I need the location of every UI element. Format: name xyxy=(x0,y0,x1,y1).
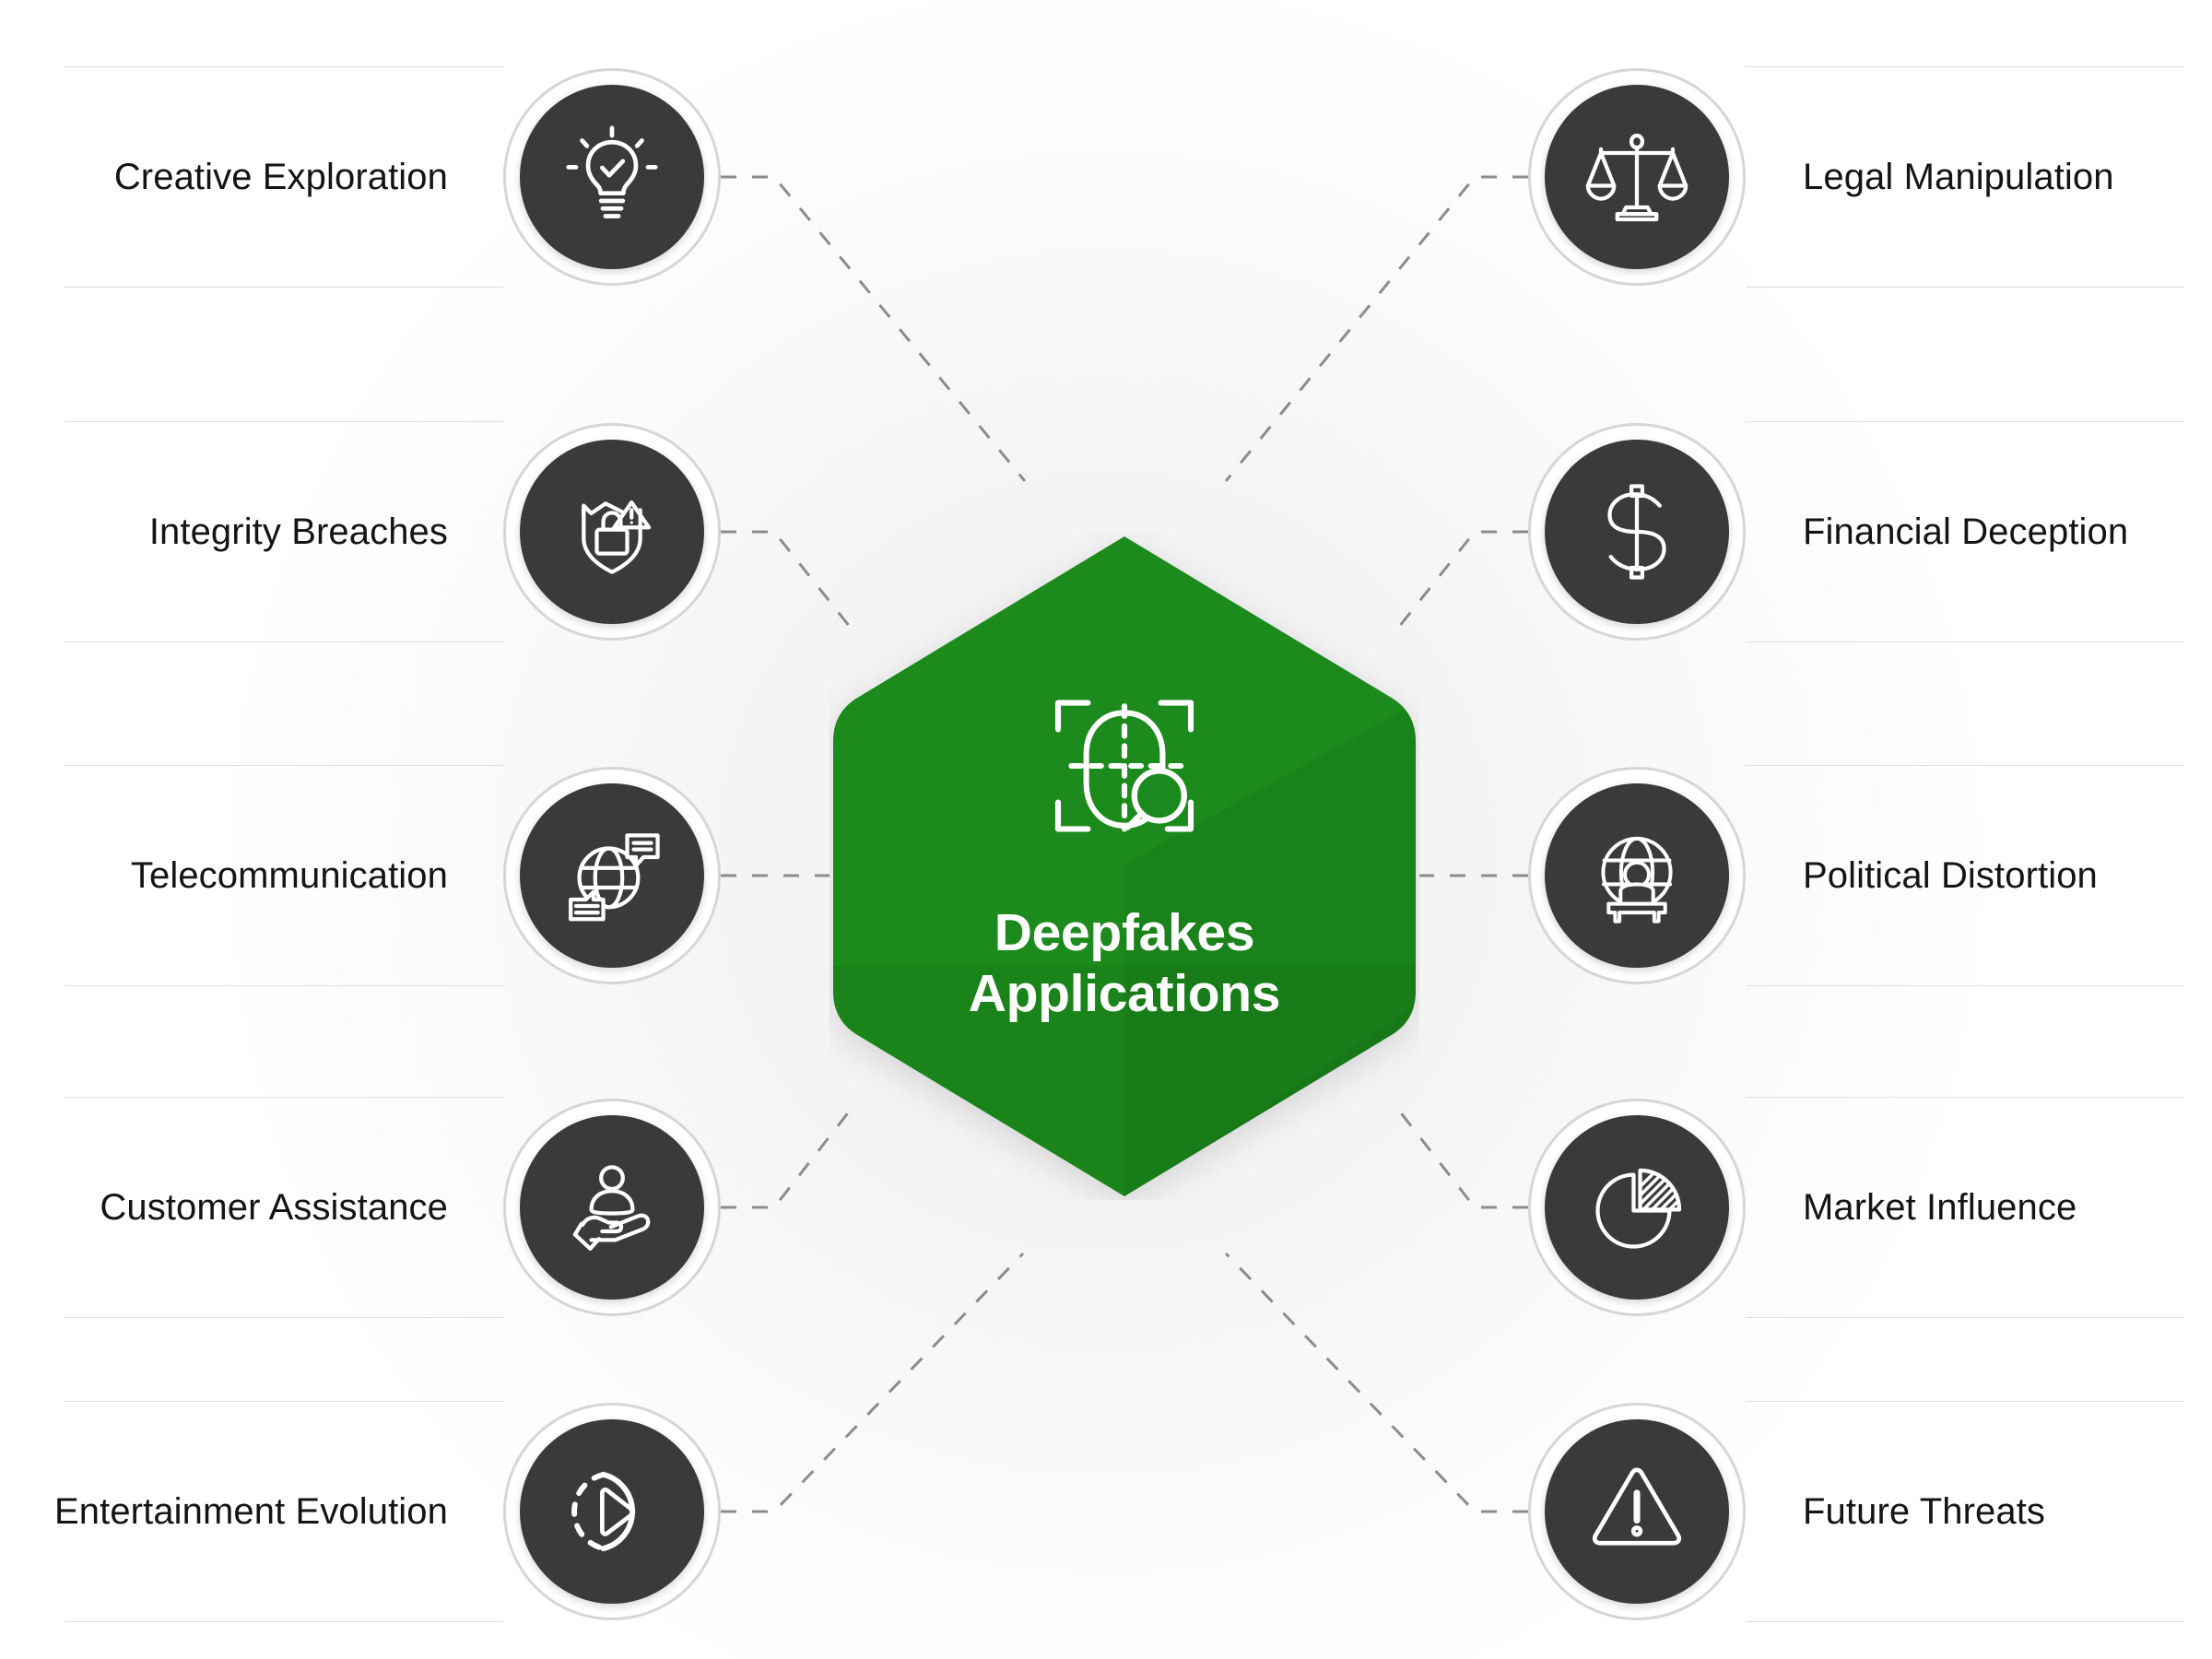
label-box-political-distortion: Political Distortion xyxy=(1746,737,2184,1014)
icon-ring-entertainment-evolution[interactable] xyxy=(503,1403,721,1620)
label-box-integrity-breaches: Integrity Breaches xyxy=(65,394,503,670)
label-box-market-influence: Market Influence xyxy=(1746,1069,2184,1346)
icon-ring-integrity-breaches[interactable] xyxy=(503,423,721,641)
label-box-legal-manipulation: Legal Manipulation xyxy=(1746,39,2184,315)
icon-ring-telecommunication[interactable] xyxy=(503,767,721,984)
label-box-financial-deception: Financial Deception xyxy=(1746,394,2184,670)
dollar-sign-icon xyxy=(1545,440,1729,624)
label-box-telecommunication: Telecommunication xyxy=(65,737,503,1014)
icon-ring-legal-manipulation[interactable] xyxy=(1528,68,1746,286)
connector-left-5 xyxy=(721,1252,1025,1513)
node-future-threats[interactable]: Future Threats xyxy=(1528,1373,2184,1650)
node-label: Financial Deception xyxy=(1803,512,2129,552)
infographic-canvas: Deepfakes Applications Creative Explorat… xyxy=(0,0,2212,1659)
label-box-customer-assistance: Customer Assistance xyxy=(65,1069,503,1346)
node-political-distortion[interactable]: Political Distortion xyxy=(1528,737,2184,1014)
node-market-influence[interactable]: Market Influence xyxy=(1528,1069,2184,1346)
node-financial-deception[interactable]: Financial Deception xyxy=(1528,394,2184,670)
scales-of-justice-icon xyxy=(1545,85,1729,269)
shield-lock-warning-icon xyxy=(520,440,704,624)
play-circle-icon xyxy=(520,1419,704,1604)
lightbulb-check-icon xyxy=(520,85,704,269)
node-label: Creative Exploration xyxy=(113,157,448,197)
label-box-entertainment-evolution: Entertainment Evolution xyxy=(54,1373,503,1650)
label-box-creative-exploration: Creative Exploration xyxy=(65,39,503,315)
icon-ring-market-influence[interactable] xyxy=(1528,1099,1746,1316)
node-label: Telecommunication xyxy=(130,855,448,896)
icon-ring-political-distortion[interactable] xyxy=(1528,767,1746,984)
node-telecommunication[interactable]: Telecommunication xyxy=(65,737,721,1014)
hand-person-icon xyxy=(520,1115,704,1300)
warning-triangle-icon xyxy=(1545,1419,1729,1604)
node-legal-manipulation[interactable]: Legal Manipulation xyxy=(1528,39,2184,315)
node-label: Future Threats xyxy=(1803,1491,2046,1532)
node-label: Legal Manipulation xyxy=(1803,157,2114,197)
icon-ring-customer-assistance[interactable] xyxy=(503,1099,721,1316)
node-label: Political Distortion xyxy=(1803,855,2098,896)
globe-chat-icon xyxy=(520,783,704,968)
node-label: Entertainment Evolution xyxy=(54,1491,448,1532)
connector-right-1 xyxy=(1224,175,1528,482)
center-hexagon[interactable]: Deepfakes Applications xyxy=(830,533,1419,1200)
node-label: Market Influence xyxy=(1803,1187,2077,1228)
pie-chart-icon xyxy=(1545,1115,1729,1300)
node-integrity-breaches[interactable]: Integrity Breaches xyxy=(65,394,721,670)
icon-ring-future-threats[interactable] xyxy=(1528,1403,1746,1620)
node-entertainment-evolution[interactable]: Entertainment Evolution xyxy=(54,1373,721,1650)
connector-left-1 xyxy=(721,175,1027,482)
node-customer-assistance[interactable]: Customer Assistance xyxy=(65,1069,721,1346)
connector-right-5 xyxy=(1224,1252,1528,1513)
label-box-future-threats: Future Threats xyxy=(1746,1373,2184,1650)
node-creative-exploration[interactable]: Creative Exploration xyxy=(65,39,721,315)
node-label: Customer Assistance xyxy=(100,1187,448,1228)
icon-ring-creative-exploration[interactable] xyxy=(503,68,721,286)
node-label: Integrity Breaches xyxy=(148,512,448,552)
icon-ring-financial-deception[interactable] xyxy=(1528,423,1746,641)
globe-podium-speaker-icon xyxy=(1545,783,1729,968)
